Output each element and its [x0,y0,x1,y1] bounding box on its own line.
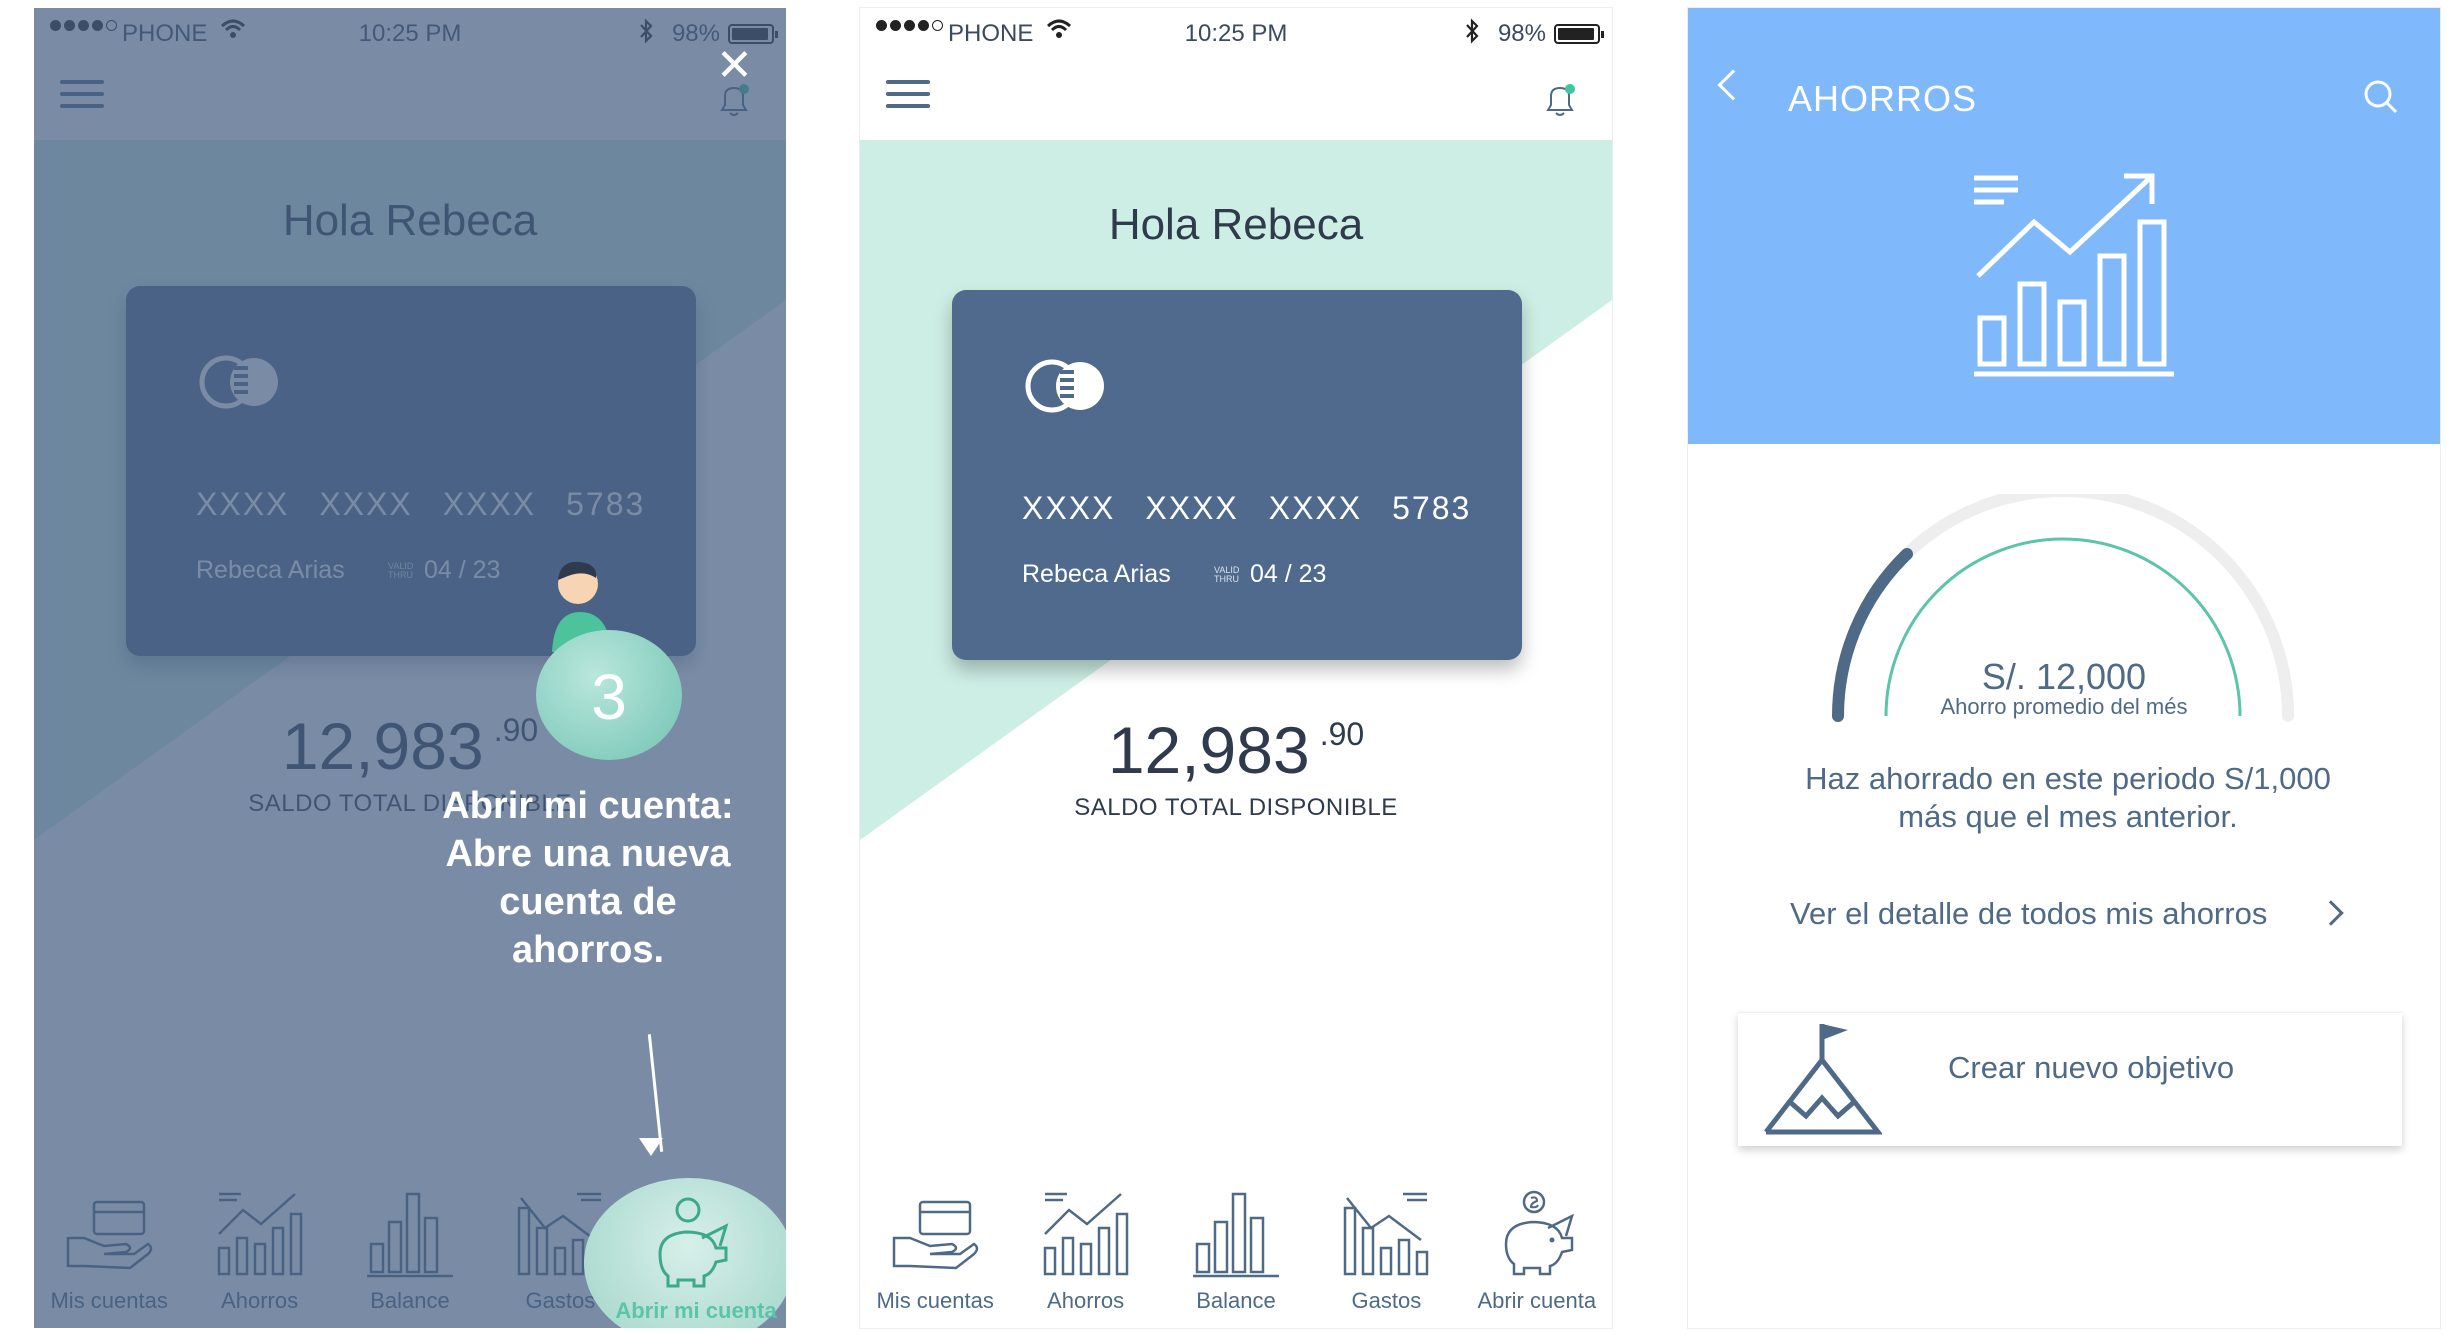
card-group-3: XXXX [1268,490,1363,526]
tab-label: Balance [1196,1288,1276,1313]
tutorial-tip: Abrir mi cuenta: Abre una nueva cuenta d… [442,785,734,971]
balance-label: SALDO TOTAL DISPONIBLE [1074,794,1398,821]
search-icon[interactable] [2362,78,2400,116]
tab-bar: Mis cuentas Ahorros Balance Gastos Abrir… [860,1158,1612,1328]
greeting: Hola Rebeca [1108,200,1364,249]
tab-abrir-cuenta[interactable]: Abrir cuenta [1462,1158,1612,1328]
piggy-bank-icon [1504,1190,1574,1276]
tab-label: Gastos [1351,1288,1422,1313]
savings-screen: AHORROS S/. 12,000 Ahorro promedio del m… [1688,8,2440,1328]
tab-label: Ahorros [1047,1288,1125,1313]
tab-balance[interactable]: Balance [1161,1158,1311,1328]
spotlight-label[interactable]: Abrir mi cuenta [596,1298,786,1324]
home-screen: PHONE 10:25 PM 98% Hola Rebeca XXXX XXXX… [860,8,1612,1328]
tab-label: Abrir cuenta [1477,1288,1597,1313]
card-group-1: XXXX [1022,490,1116,526]
gauge-caption: Ahorro promedio del més [1940,694,2188,719]
chevron-right-icon[interactable] [2318,900,2344,926]
balance-cents: .90 [1319,716,1365,752]
onboarding-screen: PHONE 10:25 PM 98% Hola Rebeca XXXX XXXX… [34,8,786,1328]
tab-mis-cuentas[interactable]: Mis cuentas [860,1158,1010,1328]
card-group-4: 5783 [1392,490,1472,526]
decline-chart-icon [1344,1192,1429,1276]
balance-amount: 12,983.90 [860,712,1612,788]
tab-gastos[interactable]: Gastos [1311,1158,1461,1328]
card-number: XXXX XXXX XXXX 5783 [1022,490,1471,527]
card-brand-icon [1025,359,1104,413]
card-group-2: XXXX [1145,490,1239,526]
tab-label: Mis cuentas [876,1288,994,1313]
step-number: 3 [591,661,627,733]
bluetooth-icon [1466,18,1479,44]
mountain-flag-icon [1764,1024,1882,1135]
detail-link[interactable]: Ver el detalle de todos mis ahorros [1790,896,2267,932]
savings-message: Haz ahorrado en este periodo S/1,000 más… [1805,761,2331,834]
credit-card[interactable]: XXXX XXXX XXXX 5783 Rebeca Arias VALID T… [952,290,1522,660]
gauge-amount: S/. 12,000 [1981,656,2147,697]
growth-chart-icon [1974,173,2174,377]
card-valid-label: VALID THRU [1214,565,1240,584]
balance-integer: 12,983 [1107,713,1310,787]
bar-chart-icon [1192,1192,1279,1278]
bell-icon[interactable] [1540,80,1580,120]
card-expiry: 04 / 23 [1250,560,1327,588]
tab-ahorros[interactable]: Ahorros [1011,1158,1161,1328]
battery-percent: 98% [1497,20,1546,47]
piggy-bank-icon [658,1197,729,1288]
new-goal-label[interactable]: Crear nuevo objetivo [1948,1050,2234,1086]
battery-icon [1554,24,1604,44]
page-title: AHORROS [1788,78,1978,119]
menu-icon[interactable] [886,80,930,108]
card-holder: Rebeca Arias [1022,560,1171,588]
growth-chart-icon [1043,1192,1128,1276]
hand-card-icon [892,1200,979,1270]
arrow-head-icon [639,1138,663,1156]
status-bar: PHONE 10:25 PM 98% [860,8,1612,54]
close-icon[interactable]: ✕ [716,40,753,91]
